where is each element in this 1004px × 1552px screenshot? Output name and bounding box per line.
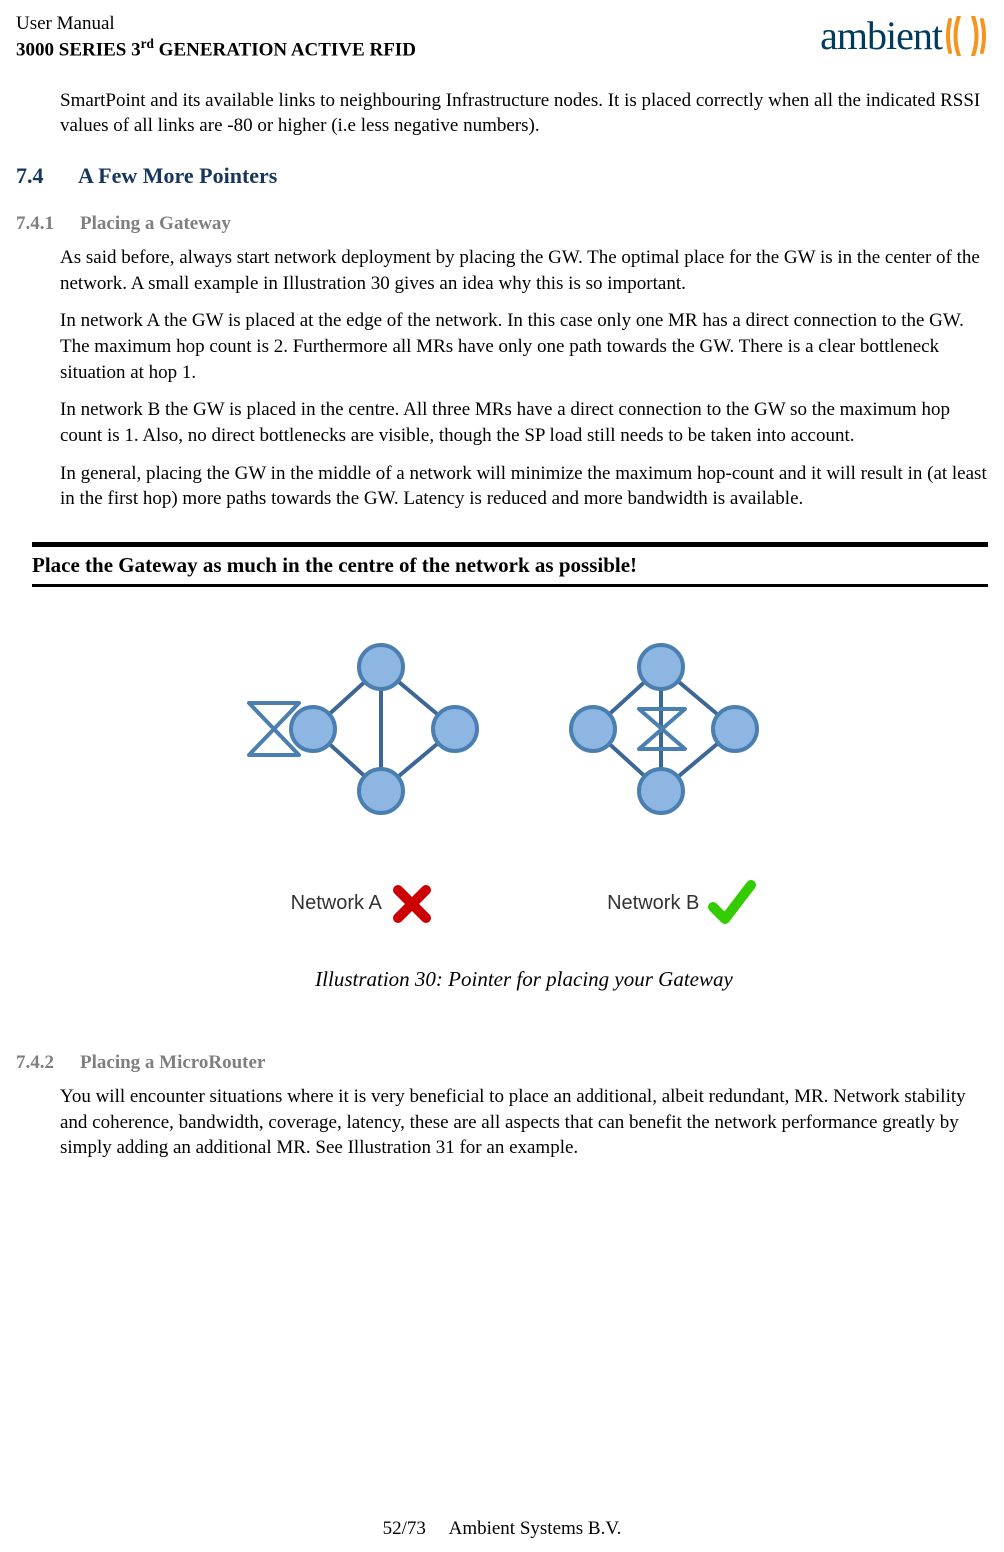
waves-icon bbox=[944, 16, 988, 56]
network-a-label: Network A bbox=[291, 892, 382, 915]
heading-7-4-2: 7.4.2 Placing a MicroRouter bbox=[16, 1052, 988, 1074]
logo-text: ambient bbox=[820, 12, 942, 59]
network-a-caption: Network A bbox=[291, 882, 434, 926]
header-title-1: User Manual bbox=[16, 12, 416, 36]
network-a-group bbox=[249, 645, 477, 813]
sec742-p1: You will encounter situations where it i… bbox=[60, 1084, 988, 1161]
callout-box: Place the Gateway as much in the centre … bbox=[32, 542, 988, 587]
footer-company: Ambient Systems B.V. bbox=[449, 1518, 622, 1539]
sec741-p3: In network B the GW is placed in the cen… bbox=[60, 397, 988, 448]
check-icon bbox=[707, 879, 757, 929]
intro-paragraph: SmartPoint and its available links to ne… bbox=[60, 88, 988, 139]
heading-7-4-1: 7.4.1 Placing a Gateway bbox=[16, 213, 988, 235]
subheading-number: 7.4.2 bbox=[16, 1052, 62, 1074]
page-header: User Manual 3000 SERIES 3rd GENERATION A… bbox=[16, 12, 988, 62]
diagram-caption-row: Network A Network B bbox=[209, 879, 839, 929]
company-logo: ambient bbox=[820, 12, 988, 59]
illustration-30: Network A Network B Illustration 30: Poi… bbox=[209, 629, 839, 992]
page-content: SmartPoint and its available links to ne… bbox=[16, 62, 988, 1161]
network-diagram bbox=[209, 629, 839, 839]
cross-icon bbox=[390, 882, 434, 926]
network-b-caption: Network B bbox=[607, 879, 757, 929]
header-title-block: User Manual 3000 SERIES 3rd GENERATION A… bbox=[16, 12, 416, 62]
subheading-title: Placing a Gateway bbox=[80, 213, 231, 235]
page-footer: 52/73 Ambient Systems B.V. bbox=[0, 1518, 1004, 1540]
heading-7-4: 7.4 A Few More Pointers bbox=[16, 163, 988, 189]
page-number: 52/73 bbox=[383, 1518, 426, 1539]
subheading-title: Placing a MicroRouter bbox=[80, 1052, 265, 1074]
sec741-p1: As said before, always start network dep… bbox=[60, 245, 988, 296]
sec741-p4: In general, placing the GW in the middle… bbox=[60, 461, 988, 512]
sec741-p2: In network A the GW is placed at the edg… bbox=[60, 308, 988, 385]
illustration-caption: Illustration 30: Pointer for placing you… bbox=[209, 967, 839, 992]
heading-title: A Few More Pointers bbox=[78, 163, 277, 189]
header-title-2: 3000 SERIES 3rd GENERATION ACTIVE RFID bbox=[16, 36, 416, 62]
subheading-number: 7.4.1 bbox=[16, 213, 62, 235]
callout-text: Place the Gateway as much in the centre … bbox=[32, 547, 988, 584]
network-b-group bbox=[571, 645, 757, 813]
network-b-label: Network B bbox=[607, 892, 699, 915]
heading-number: 7.4 bbox=[16, 163, 54, 189]
